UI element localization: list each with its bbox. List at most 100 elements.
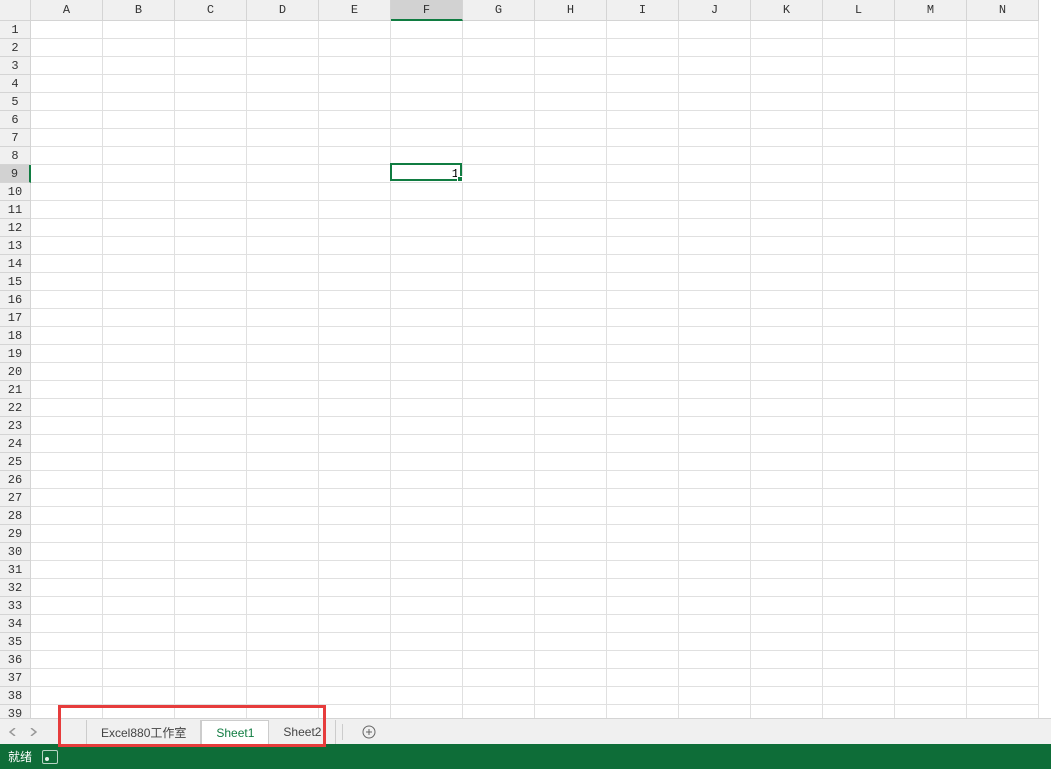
cell-G5[interactable]: [463, 93, 535, 111]
cell-G9[interactable]: [463, 165, 535, 183]
cell-B7[interactable]: [103, 129, 175, 147]
cell-M8[interactable]: [895, 147, 967, 165]
cell-B4[interactable]: [103, 75, 175, 93]
cell-M12[interactable]: [895, 219, 967, 237]
cell-A24[interactable]: [31, 435, 103, 453]
cell-N28[interactable]: [967, 507, 1039, 525]
cell-D32[interactable]: [247, 579, 319, 597]
cell-M34[interactable]: [895, 615, 967, 633]
cell-F25[interactable]: [391, 453, 463, 471]
cell-L9[interactable]: [823, 165, 895, 183]
cell-E17[interactable]: [319, 309, 391, 327]
cell-K27[interactable]: [751, 489, 823, 507]
cell-I30[interactable]: [607, 543, 679, 561]
cell-D18[interactable]: [247, 327, 319, 345]
cell-E24[interactable]: [319, 435, 391, 453]
cell-H21[interactable]: [535, 381, 607, 399]
cell-N26[interactable]: [967, 471, 1039, 489]
cell-G37[interactable]: [463, 669, 535, 687]
cell-C7[interactable]: [175, 129, 247, 147]
cell-D2[interactable]: [247, 39, 319, 57]
cell-H2[interactable]: [535, 39, 607, 57]
cell-B24[interactable]: [103, 435, 175, 453]
cell-I9[interactable]: [607, 165, 679, 183]
cell-F21[interactable]: [391, 381, 463, 399]
cell-A16[interactable]: [31, 291, 103, 309]
cell-L32[interactable]: [823, 579, 895, 597]
cell-E7[interactable]: [319, 129, 391, 147]
cell-A8[interactable]: [31, 147, 103, 165]
cell-E25[interactable]: [319, 453, 391, 471]
cell-L24[interactable]: [823, 435, 895, 453]
cell-L10[interactable]: [823, 183, 895, 201]
cell-B18[interactable]: [103, 327, 175, 345]
cell-D1[interactable]: [247, 21, 319, 39]
cell-L38[interactable]: [823, 687, 895, 705]
cell-G20[interactable]: [463, 363, 535, 381]
cell-K2[interactable]: [751, 39, 823, 57]
select-all-corner[interactable]: [0, 0, 31, 21]
cell-L11[interactable]: [823, 201, 895, 219]
cell-B10[interactable]: [103, 183, 175, 201]
cell-C18[interactable]: [175, 327, 247, 345]
cell-E19[interactable]: [319, 345, 391, 363]
cell-N35[interactable]: [967, 633, 1039, 651]
cell-I28[interactable]: [607, 507, 679, 525]
cell-F39[interactable]: [391, 705, 463, 718]
cell-B31[interactable]: [103, 561, 175, 579]
cell-L28[interactable]: [823, 507, 895, 525]
cell-C9[interactable]: [175, 165, 247, 183]
cell-N10[interactable]: [967, 183, 1039, 201]
cell-H23[interactable]: [535, 417, 607, 435]
cell-B30[interactable]: [103, 543, 175, 561]
cell-J39[interactable]: [679, 705, 751, 718]
cell-G38[interactable]: [463, 687, 535, 705]
cell-H37[interactable]: [535, 669, 607, 687]
cell-N16[interactable]: [967, 291, 1039, 309]
cell-I11[interactable]: [607, 201, 679, 219]
cell-B25[interactable]: [103, 453, 175, 471]
cell-G34[interactable]: [463, 615, 535, 633]
column-header-H[interactable]: H: [535, 0, 607, 21]
cell-I12[interactable]: [607, 219, 679, 237]
cell-L7[interactable]: [823, 129, 895, 147]
cell-E2[interactable]: [319, 39, 391, 57]
row-header-12[interactable]: 12: [0, 219, 31, 237]
cell-F7[interactable]: [391, 129, 463, 147]
cell-K22[interactable]: [751, 399, 823, 417]
cell-K34[interactable]: [751, 615, 823, 633]
cell-E23[interactable]: [319, 417, 391, 435]
cell-J23[interactable]: [679, 417, 751, 435]
cell-M30[interactable]: [895, 543, 967, 561]
cell-A4[interactable]: [31, 75, 103, 93]
cell-B17[interactable]: [103, 309, 175, 327]
cell-A20[interactable]: [31, 363, 103, 381]
cell-A38[interactable]: [31, 687, 103, 705]
cell-N31[interactable]: [967, 561, 1039, 579]
cell-C8[interactable]: [175, 147, 247, 165]
cell-M4[interactable]: [895, 75, 967, 93]
cell-F3[interactable]: [391, 57, 463, 75]
cell-M29[interactable]: [895, 525, 967, 543]
cell-F5[interactable]: [391, 93, 463, 111]
cell-L25[interactable]: [823, 453, 895, 471]
cell-I21[interactable]: [607, 381, 679, 399]
cell-J24[interactable]: [679, 435, 751, 453]
column-header-N[interactable]: N: [967, 0, 1039, 21]
cell-A2[interactable]: [31, 39, 103, 57]
cell-F19[interactable]: [391, 345, 463, 363]
cell-F18[interactable]: [391, 327, 463, 345]
row-header-19[interactable]: 19: [0, 345, 31, 363]
row-header-32[interactable]: 32: [0, 579, 31, 597]
cell-I17[interactable]: [607, 309, 679, 327]
sheet-nav-next[interactable]: [24, 722, 42, 742]
row-header-14[interactable]: 14: [0, 255, 31, 273]
cell-E10[interactable]: [319, 183, 391, 201]
cell-J11[interactable]: [679, 201, 751, 219]
cell-K11[interactable]: [751, 201, 823, 219]
cell-K25[interactable]: [751, 453, 823, 471]
cell-B33[interactable]: [103, 597, 175, 615]
cell-I31[interactable]: [607, 561, 679, 579]
cell-L4[interactable]: [823, 75, 895, 93]
cell-D12[interactable]: [247, 219, 319, 237]
